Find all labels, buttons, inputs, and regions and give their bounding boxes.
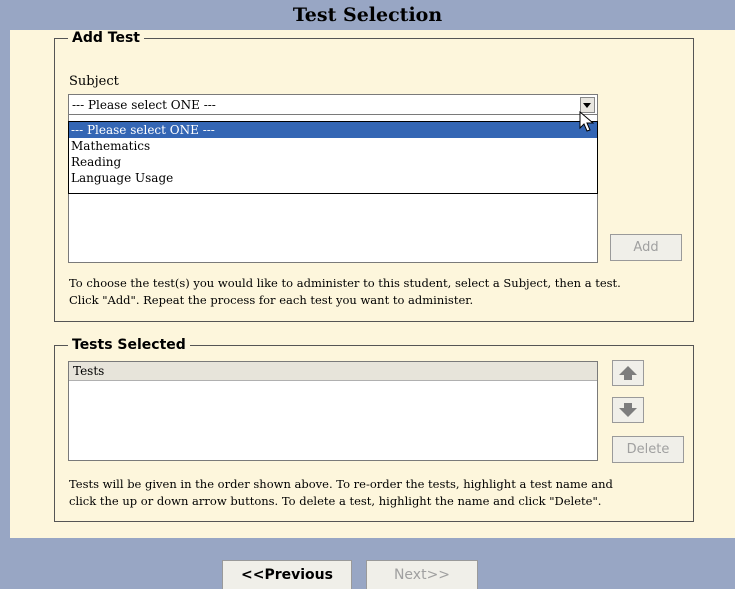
subject-dropdown-list: --- Please select ONE --- Mathematics Re… xyxy=(68,121,598,194)
add-button[interactable]: Add xyxy=(610,234,682,261)
add-test-legend: Add Test xyxy=(68,30,144,46)
delete-button[interactable]: Delete xyxy=(612,436,684,463)
tests-column-header: Tests xyxy=(69,362,597,381)
content-panel: Add Test Subject --- Please select ONE -… xyxy=(10,30,735,538)
subject-select[interactable]: --- Please select ONE --- xyxy=(68,94,598,116)
arrow-down-icon xyxy=(619,403,637,417)
subject-label: Subject xyxy=(69,74,119,89)
subject-select-value: --- Please select ONE --- xyxy=(72,98,216,112)
arrow-up-icon xyxy=(619,366,637,380)
move-down-button[interactable] xyxy=(612,397,644,423)
tests-selected-help-line-1: Tests will be given in the order shown a… xyxy=(69,477,613,491)
next-button[interactable]: Next>> xyxy=(366,560,478,589)
tests-selected-legend: Tests Selected xyxy=(68,337,190,353)
subject-option[interactable]: --- Please select ONE --- xyxy=(69,122,597,138)
subject-option[interactable]: Language Usage xyxy=(69,170,597,186)
subject-option[interactable]: Mathematics xyxy=(69,138,597,154)
previous-button[interactable]: <<Previous xyxy=(222,560,352,589)
tests-selected-list[interactable]: Tests xyxy=(68,361,598,461)
page-title: Test Selection xyxy=(0,0,735,30)
subject-option[interactable]: Reading xyxy=(69,154,597,170)
mouse-cursor-icon xyxy=(579,111,595,132)
add-test-help-line-2: Click "Add". Repeat the process for each… xyxy=(69,293,474,307)
tests-selected-help-line-2: click the up or down arrow buttons. To d… xyxy=(69,494,602,508)
add-test-help-line-1: To choose the test(s) you would like to … xyxy=(69,276,621,290)
move-up-button[interactable] xyxy=(612,360,644,386)
